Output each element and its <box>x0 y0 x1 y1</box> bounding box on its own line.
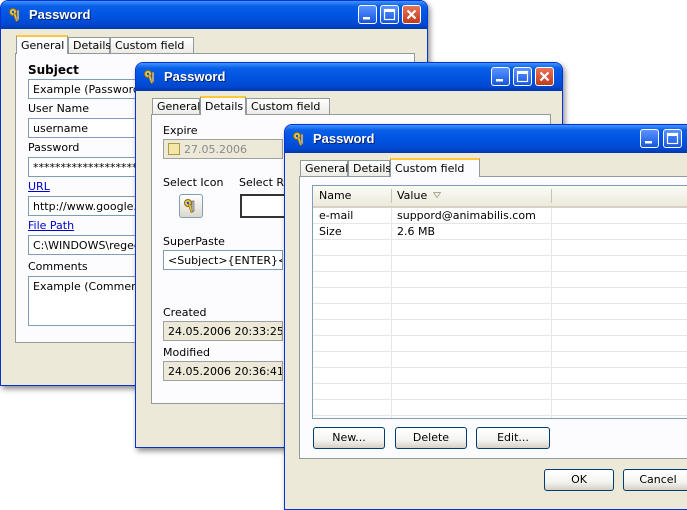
minimize-icon <box>363 17 370 20</box>
tab-details[interactable]: Details <box>68 37 111 53</box>
select-icon-button[interactable] <box>179 194 203 218</box>
maximize-icon <box>383 8 396 21</box>
maximize-icon <box>666 132 679 145</box>
modified-label: Modified <box>163 346 210 359</box>
column-header-value[interactable]: Value <box>397 189 427 202</box>
window-title: Password <box>29 7 91 22</box>
created-label: Created <box>163 306 207 319</box>
superpaste-label: SuperPaste <box>163 235 225 248</box>
modified-field: 24.05.2006 20:36:41 <box>163 361 283 381</box>
file-path-field[interactable]: C:\WINDOWS\regedi <box>28 235 148 255</box>
tab-strip: General Details Custom field <box>300 158 600 177</box>
edit-button[interactable]: Edit... <box>476 427 550 449</box>
title-bar[interactable]: Password <box>1 1 427 29</box>
select-row-label: Select Ro <box>239 176 291 189</box>
table-row[interactable]: e-mail suppord@animabilis.com <box>313 208 687 224</box>
list-header: Name Value <box>313 186 687 208</box>
comments-field[interactable]: Example (Comments) <box>28 276 148 326</box>
row-value: 2.6 MB <box>397 225 436 238</box>
username-label: User Name <box>28 102 90 115</box>
row-name: Size <box>319 225 342 238</box>
maximize-button[interactable] <box>380 5 399 24</box>
tab-custom-field[interactable]: Custom field <box>390 158 480 177</box>
tab-details[interactable]: Details <box>348 160 391 176</box>
title-bar[interactable]: Password <box>285 125 687 153</box>
maximize-icon <box>516 70 529 83</box>
subject-field[interactable]: Example (Password) <box>28 79 148 99</box>
close-button[interactable] <box>535 67 554 86</box>
file-path-link[interactable]: File Path <box>28 219 74 232</box>
select-row-box[interactable] <box>240 194 288 218</box>
tab-strip: General Details Custom field <box>16 35 316 54</box>
tab-general[interactable]: General <box>300 160 348 176</box>
window-title: Password <box>313 131 375 146</box>
tab-strip: General Details Custom field <box>152 96 452 115</box>
column-header-name[interactable]: Name <box>319 189 351 202</box>
minimize-button[interactable] <box>358 5 377 24</box>
comments-label: Comments <box>28 260 88 273</box>
ok-button[interactable]: OK <box>544 469 614 491</box>
keys-icon <box>144 70 155 84</box>
keys-icon <box>293 132 304 146</box>
expire-date-field[interactable]: 27.05.2006 <box>163 139 283 159</box>
tab-details[interactable]: Details <box>200 96 246 115</box>
title-bar[interactable]: Password <box>136 63 562 91</box>
keys-icon <box>184 199 195 213</box>
password-field[interactable]: ******************* <box>28 157 148 177</box>
maximize-button[interactable] <box>513 67 532 86</box>
minimize-button[interactable] <box>491 67 510 86</box>
tab-general[interactable]: General <box>16 35 68 54</box>
password-label: Password <box>28 141 80 154</box>
keys-icon <box>9 8 20 22</box>
row-name: e-mail <box>319 209 354 222</box>
maximize-button[interactable] <box>663 129 682 148</box>
tab-general[interactable]: General <box>152 98 200 114</box>
minimize-icon <box>645 141 652 144</box>
select-icon-label: Select Icon <box>163 176 224 189</box>
expire-date-value: 27.05.2006 <box>184 143 247 156</box>
subject-label: Subject <box>28 63 79 77</box>
cancel-button[interactable]: Cancel <box>623 469 687 491</box>
window-title: Password <box>164 69 226 84</box>
created-field: 24.05.2006 20:33:25 <box>163 321 283 341</box>
expire-label: Expire <box>163 124 198 137</box>
password-window-custom-field: Password General Details Custom field Na… <box>284 124 687 510</box>
close-button[interactable] <box>402 5 421 24</box>
close-icon <box>539 71 550 82</box>
close-icon <box>406 9 417 20</box>
url-field[interactable]: http://www.google.c <box>28 196 148 216</box>
superpaste-field[interactable]: <Subject>{ENTER}<Us <box>163 250 283 270</box>
new-button[interactable]: New... <box>313 427 385 449</box>
custom-field-list[interactable]: Name Value e-mail suppord@animabilis.com… <box>312 185 687 419</box>
minimize-icon <box>496 79 503 82</box>
url-link[interactable]: URL <box>28 180 50 193</box>
minimize-button[interactable] <box>640 129 659 148</box>
tab-custom-field[interactable]: Custom field <box>110 37 194 53</box>
table-row[interactable]: Size 2.6 MB <box>313 224 687 240</box>
sort-arrow-icon <box>433 192 441 198</box>
row-value: suppord@animabilis.com <box>397 209 536 222</box>
calendar-checkbox-icon[interactable] <box>168 143 180 155</box>
username-field[interactable]: username <box>28 118 148 138</box>
delete-button[interactable]: Delete <box>395 427 467 449</box>
tab-custom-field[interactable]: Custom field <box>246 98 330 114</box>
